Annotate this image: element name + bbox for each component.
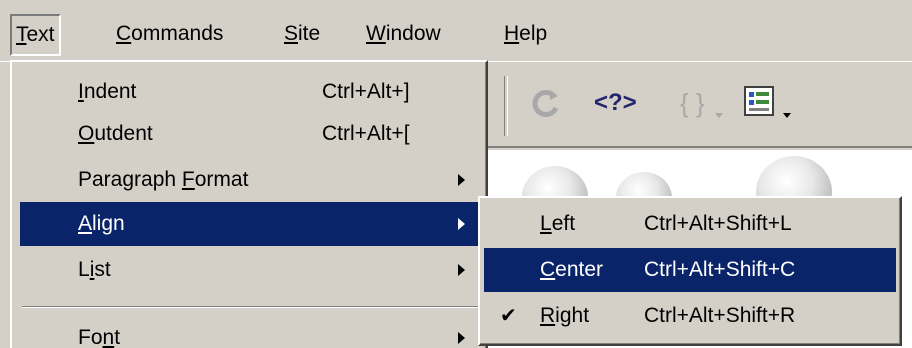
menu-window[interactable]: Window — [362, 14, 445, 56]
menu-mnemonic: H — [504, 22, 520, 45]
submenu-item-left[interactable]: Left Ctrl+Alt+Shift+L — [484, 202, 896, 246]
submenu-arrow-icon — [458, 218, 465, 230]
align-submenu: Left Ctrl+Alt+Shift+L Center Ctrl+Alt+Sh… — [478, 196, 902, 346]
menu-item-list[interactable]: List — [20, 248, 480, 292]
menu-item-label: Align — [78, 212, 125, 235]
chevron-down-icon[interactable] — [782, 112, 792, 120]
menu-mnemonic: S — [284, 22, 299, 45]
submenu-arrow-icon — [458, 332, 465, 344]
menu-label: ext — [26, 23, 55, 46]
shortcut-label: Ctrl+Alt+Shift+L — [644, 212, 792, 235]
shortcut-label: Ctrl+Alt+[ — [322, 122, 410, 145]
shortcut-label: Ctrl+Alt+] — [322, 80, 410, 103]
menu-item-label: Outdent — [78, 122, 153, 145]
menu-mnemonic: T — [16, 23, 27, 46]
menu-mnemonic: C — [116, 22, 132, 45]
checkmark-icon: ✔ — [500, 305, 517, 327]
menu-item-font[interactable]: Font — [20, 316, 480, 348]
chevron-down-icon[interactable] — [714, 112, 724, 120]
submenu-item-label: Center — [540, 258, 604, 281]
menu-label: indow — [385, 22, 441, 45]
shortcut-label: Ctrl+Alt+Shift+C — [644, 258, 796, 281]
menu-item-indent[interactable]: Indent Ctrl+Alt+] — [20, 70, 480, 114]
submenu-arrow-icon — [458, 264, 465, 276]
menu-item-label: List — [78, 258, 111, 281]
editor-toolbar: <?> { } — [470, 62, 912, 148]
menu-item-label: Font — [78, 326, 121, 348]
toolbar-grip[interactable] — [504, 76, 508, 136]
menu-item-label: Indent — [78, 80, 137, 103]
code-tag-icon[interactable]: <?> — [594, 86, 637, 120]
menu-item-align[interactable]: Align — [20, 202, 480, 246]
shortcut-label: Ctrl+Alt+Shift+R — [644, 304, 796, 327]
braces-icon[interactable]: { } — [680, 86, 705, 120]
menu-commands[interactable]: Commands — [112, 14, 227, 56]
submenu-item-label: Left — [540, 212, 576, 235]
menu-label: ite — [298, 22, 321, 45]
menu-label: elp — [519, 22, 548, 45]
submenu-item-label: Right — [540, 304, 590, 327]
menu-label: ommands — [131, 22, 224, 45]
menu-text[interactable]: Text — [10, 14, 61, 56]
submenu-item-center[interactable]: Center Ctrl+Alt+Shift+C — [484, 248, 896, 292]
menu-item-outdent[interactable]: Outdent Ctrl+Alt+[ — [20, 112, 480, 156]
menu-separator — [22, 306, 478, 308]
page-properties-icon[interactable] — [742, 84, 778, 120]
menu-mnemonic: W — [366, 22, 386, 45]
menu-help[interactable]: Help — [500, 14, 551, 56]
menu-item-label: Paragraph Format — [78, 168, 249, 191]
text-menu: Indent Ctrl+Alt+] Outdent Ctrl+Alt+[ Par… — [10, 60, 488, 348]
menu-bar: Text Commands Site Window Help — [0, 0, 912, 62]
menu-item-paragraph-format[interactable]: Paragraph Format — [20, 158, 480, 202]
refresh-icon[interactable] — [526, 84, 566, 124]
submenu-arrow-icon — [458, 174, 465, 186]
submenu-item-right[interactable]: ✔ Right Ctrl+Alt+Shift+R — [484, 294, 896, 338]
menu-site[interactable]: Site — [280, 14, 324, 56]
